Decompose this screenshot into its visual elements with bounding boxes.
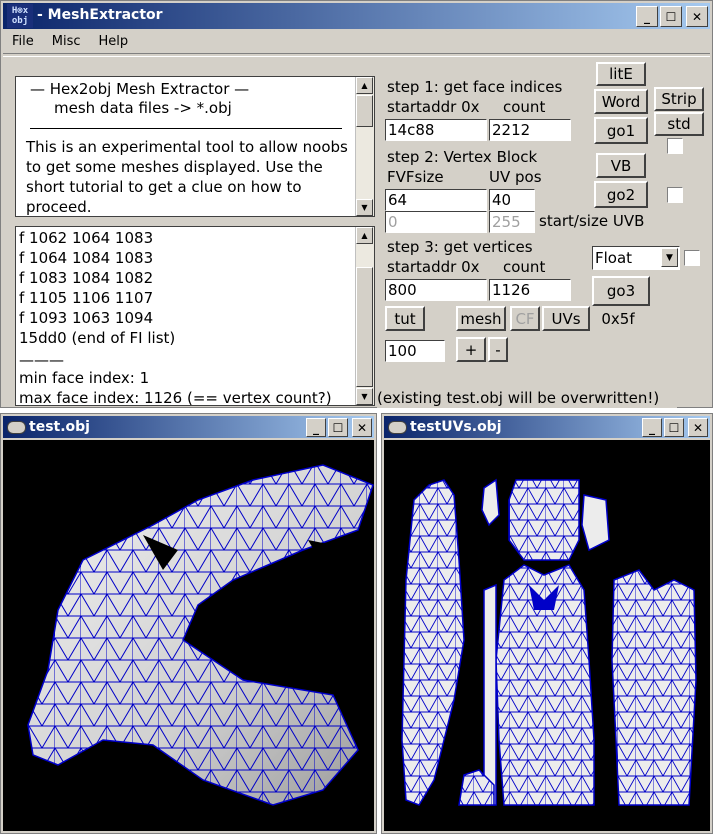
uv-wireframe	[402, 480, 696, 805]
window-title: - MeshExtractor	[37, 7, 163, 23]
uvb-label: start/size UVB	[537, 211, 663, 233]
step1-startaddr-label: startaddr 0x	[387, 98, 480, 116]
go2-button[interactable]: go2	[594, 181, 648, 208]
go3-button[interactable]: go3	[592, 276, 650, 306]
step1-group: step 1: get face indices startaddr 0x co…	[385, 76, 587, 118]
fvfsize-input[interactable]: 64	[385, 189, 487, 211]
mesh-render	[27, 464, 374, 806]
hex-value-label: 0x5f	[597, 309, 639, 331]
maximize-icon[interactable]: ☐	[664, 418, 684, 437]
log-line: f 1083 1084 1082	[19, 269, 154, 287]
std-button[interactable]: std	[654, 112, 704, 136]
float-checkbox[interactable]	[684, 250, 700, 266]
testuvs-title-bar[interactable]: testUVs.obj _ ☐ ✕	[384, 416, 710, 438]
log-line: f 1093 1063 1094	[19, 309, 154, 327]
step2-group: step 2: Vertex Block FVFsize UV pos	[385, 146, 587, 188]
step2-fvf-label: FVFsize	[387, 168, 444, 186]
uvpos-input[interactable]: 40	[489, 189, 535, 211]
vertex-type-value: Float	[595, 249, 633, 267]
menu-misc[interactable]: Misc	[43, 31, 90, 53]
info-textbox[interactable]: — Hex2obj Mesh Extractor — mesh data fil…	[15, 76, 375, 217]
go1-button[interactable]: go1	[594, 117, 648, 144]
menu-bar: File Misc Help	[3, 31, 710, 53]
uvs-button[interactable]: UVs	[542, 306, 590, 331]
step1-startaddr-input[interactable]: 14c88	[385, 119, 487, 141]
step3-count-input[interactable]: 1126	[489, 279, 571, 301]
close-icon[interactable]: ✕	[352, 418, 372, 437]
step2-uvpos-label: UV pos	[489, 168, 542, 186]
uvb-size-input: 255	[489, 211, 535, 233]
step3-startaddr-label: startaddr 0x	[387, 258, 480, 276]
scroll-down-icon[interactable]: ▼	[356, 199, 373, 216]
close-icon[interactable]: ✕	[686, 6, 708, 27]
info-divider	[30, 128, 342, 129]
head-mesh	[27, 464, 374, 806]
log-line: f 1105 1106 1107	[19, 289, 154, 307]
word-button[interactable]: Word	[594, 89, 648, 114]
info-header-line2: mesh data files -> *.obj	[54, 99, 232, 117]
log-line: min face index: 1	[19, 369, 150, 387]
tut-button[interactable]: tut	[385, 306, 425, 331]
uv-viewport[interactable]	[384, 440, 710, 831]
minimize-icon[interactable]: _	[306, 418, 326, 437]
cf-button[interactable]: CF	[510, 306, 540, 331]
log-textbox[interactable]: f 1062 1064 1083 f 1064 1084 1083 f 1083…	[15, 226, 375, 406]
minus-button[interactable]: -	[488, 337, 508, 362]
step1-count-input[interactable]: 2212	[489, 119, 571, 141]
strip-button[interactable]: Strip	[654, 87, 704, 111]
uv-render	[401, 478, 697, 806]
log-line: f 1064 1084 1083	[19, 249, 154, 267]
log-line: 15dd0 (end of FI list)	[19, 329, 176, 347]
maximize-icon[interactable]: ☐	[660, 6, 682, 27]
overwrite-warning: (existing test.obj will be overwritten!)	[377, 388, 677, 408]
vertex-type-select[interactable]: Float ▼	[592, 246, 680, 270]
maximize-icon[interactable]: ☐	[328, 418, 348, 437]
testuvs-obj-window: testUVs.obj _ ☐ ✕	[381, 413, 713, 834]
scroll-thumb[interactable]	[356, 95, 373, 127]
strip-checkbox[interactable]	[667, 138, 683, 154]
test-obj-window: test.obj _ ☐ ✕	[0, 413, 377, 834]
plus-button[interactable]: +	[456, 337, 486, 362]
test-obj-title: test.obj	[29, 419, 90, 435]
menu-help[interactable]: Help	[90, 31, 138, 53]
step3-title: step 3: get vertices	[387, 238, 533, 256]
info-body: This is an experimental tool to allow no…	[26, 138, 348, 216]
step3-startaddr-input[interactable]: 800	[385, 279, 487, 301]
minimize-icon[interactable]: _	[636, 6, 658, 27]
step3-group: step 3: get vertices startaddr 0x count	[385, 236, 587, 278]
title-bar[interactable]: H⊗x obj - MeshExtractor _ ☐ ✕	[3, 3, 710, 29]
step2-title: step 2: Vertex Block	[387, 148, 538, 166]
uvb-start-input: 0	[385, 211, 487, 233]
testuvs-title: testUVs.obj	[410, 419, 502, 435]
mesh-viewport[interactable]	[3, 440, 374, 831]
window-icon	[7, 421, 26, 434]
step1-title: step 1: get face indices	[387, 78, 563, 96]
minimize-icon[interactable]: _	[642, 418, 662, 437]
test-obj-title-bar[interactable]: test.obj _ ☐ ✕	[3, 416, 374, 438]
info-scrollbar[interactable]: ▲ ▼	[355, 77, 374, 216]
menu-divider	[3, 53, 710, 57]
log-scrollbar[interactable]: ▲ ▼	[355, 227, 374, 405]
app-icon: H⊗x obj	[7, 4, 33, 28]
scale-input[interactable]: 100	[385, 340, 445, 362]
menu-file[interactable]: File	[3, 31, 43, 53]
step3-count-label: count	[503, 258, 546, 276]
lite-button[interactable]: litE	[596, 62, 646, 86]
scroll-up-icon[interactable]: ▲	[356, 227, 373, 244]
scroll-up-icon[interactable]: ▲	[356, 77, 373, 94]
chevron-down-icon[interactable]: ▼	[661, 248, 678, 267]
log-line: f 1062 1064 1083	[19, 229, 154, 247]
scroll-down-icon[interactable]: ▼	[356, 388, 373, 405]
scroll-thumb[interactable]	[356, 267, 373, 387]
log-line: ———	[19, 351, 64, 368]
log-line: max face index: 1126 (== vertex count?)	[19, 389, 332, 406]
vb-button[interactable]: VB	[596, 153, 646, 178]
vb-checkbox[interactable]	[667, 187, 683, 203]
step1-count-label: count	[503, 98, 546, 116]
mesh-button[interactable]: mesh	[456, 306, 506, 331]
close-icon[interactable]: ✕	[688, 418, 708, 437]
info-header-line1: — Hex2obj Mesh Extractor —	[30, 80, 250, 98]
window-icon	[388, 421, 407, 434]
